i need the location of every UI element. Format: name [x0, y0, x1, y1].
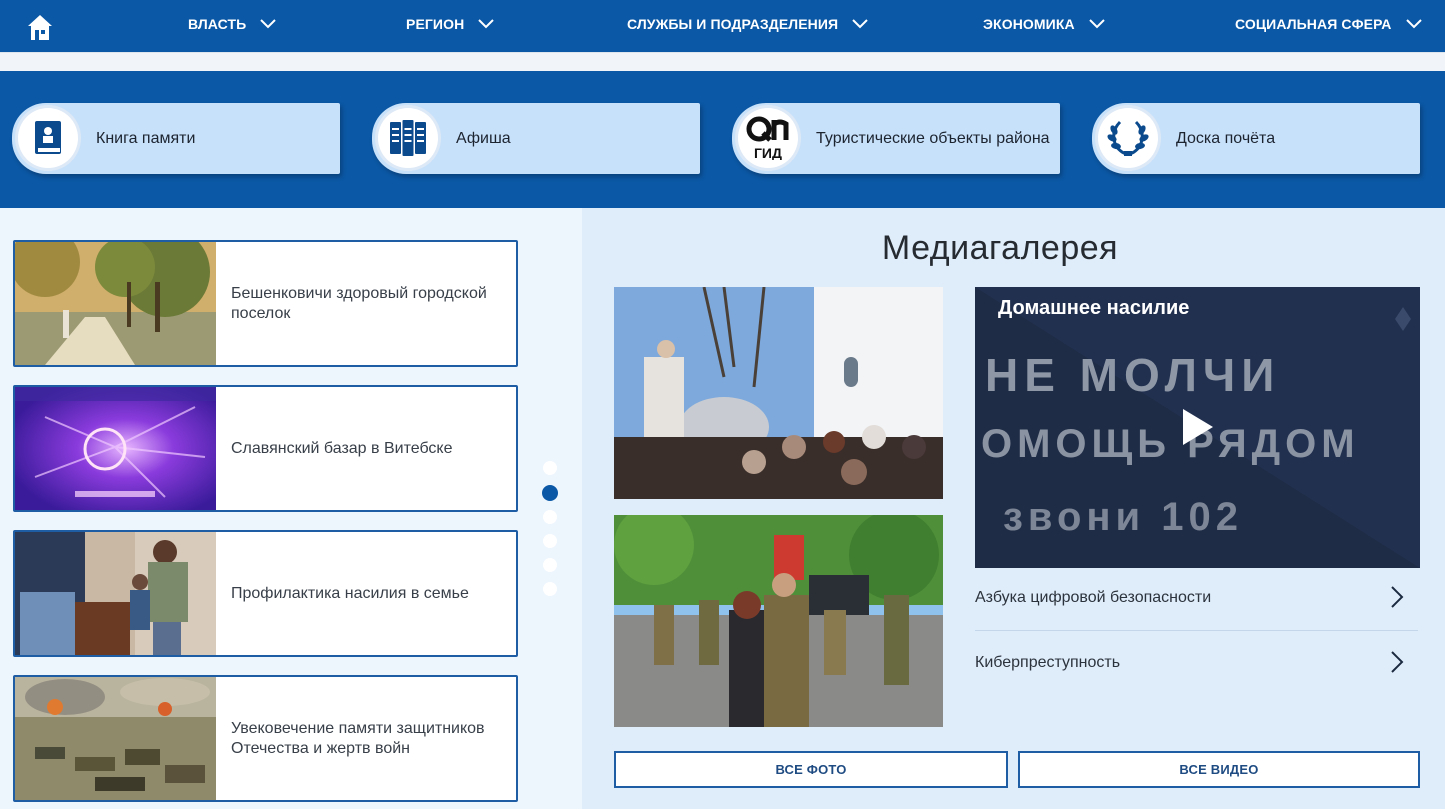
video-link-digital-safety[interactable]: Азбука цифровой безопасности	[975, 567, 1418, 631]
news-title: Увековечение памяти защитников Отечества…	[231, 719, 485, 757]
video-link-cybercrime[interactable]: Киберпреступность	[975, 632, 1418, 696]
laurel-wreath-icon	[1107, 120, 1149, 156]
quick-link-honor-board[interactable]: Доска почёта	[1092, 103, 1420, 174]
quick-link-icon-circle	[1098, 108, 1158, 168]
chevron-right-icon	[1391, 586, 1404, 608]
nav-item-social[interactable]: СОЦИАЛЬНАЯ СФЕРА	[1235, 0, 1422, 48]
quick-link-icon-circle: ГИД	[738, 108, 798, 168]
nav-item-vlast[interactable]: ВЛАСТЬ	[188, 0, 277, 48]
quick-link-label: Книга памяти	[96, 129, 196, 147]
slider-dot[interactable]	[543, 558, 557, 572]
qr-guide-icon: ГИД	[746, 116, 789, 160]
quick-link-afisha[interactable]: Афиша	[372, 103, 700, 174]
news-card[interactable]: Славянский базар в Витебске	[13, 385, 518, 512]
chevron-down-icon	[852, 19, 868, 29]
video-overlay-line-1: НЕ МОЛЧИ	[985, 349, 1280, 401]
gallery-photo-dance[interactable]	[614, 515, 943, 727]
slider-dot-active[interactable]	[542, 485, 558, 501]
quick-links-band: Книга памяти Афиша ГИД Туристические объ…	[0, 71, 1445, 208]
poster-icon	[390, 120, 426, 156]
gallery-video[interactable]: НЕ МОЛЧИ ОМОЩЬ РЯДОМ звони 102 Домашнее …	[975, 287, 1420, 568]
top-navigation: ВЛАСТЬ РЕГИОН СЛУЖБЫ И ПОДРАЗДЕЛЕНИЯ ЭКО…	[0, 0, 1445, 52]
gallery-title: Медиагалерея	[881, 229, 1119, 267]
nav-item-economy[interactable]: ЭКОНОМИКА	[983, 0, 1105, 48]
news-card[interactable]: Увековечение памяти защитников Отечества…	[13, 675, 518, 802]
chevron-down-icon	[478, 19, 494, 29]
news-title: Профилактика насилия в семье	[231, 584, 469, 602]
qr-guide-icon-text: ГИД	[754, 145, 782, 160]
video-link-label: Азбука цифровой безопасности	[975, 589, 1212, 606]
quick-link-label: Доска почёта	[1176, 129, 1276, 147]
news-thumbnail-slavianski-bazaar	[15, 387, 216, 510]
nav-item-region[interactable]: РЕГИОН	[406, 0, 494, 48]
quick-link-icon-circle	[18, 108, 78, 168]
news-card[interactable]: Профилактика насилия в семье	[13, 530, 518, 657]
nav-item-label: ЭКОНОМИКА	[983, 16, 1075, 32]
nav-item-label: ВЛАСТЬ	[188, 16, 247, 32]
memory-book-icon	[35, 121, 61, 154]
chevron-down-icon	[1088, 19, 1105, 29]
news-thumbnail-family	[15, 532, 216, 655]
news-thumbnail-war-painting	[15, 677, 216, 800]
quick-link-memory-book[interactable]: Книга памяти	[12, 103, 340, 174]
news-title: Славянский базар в Витебске	[231, 439, 453, 457]
home-icon[interactable]	[27, 13, 53, 41]
video-link-label: Киберпреступность	[975, 654, 1121, 671]
quick-link-tourism[interactable]: ГИД Туристические объекты района	[732, 103, 1060, 174]
slider-dot[interactable]	[543, 534, 557, 548]
video-overlay-line-2: ОМОЩЬ РЯДОМ	[981, 422, 1360, 466]
gallery-photo-blessing[interactable]	[614, 287, 943, 499]
all-videos-button[interactable]: ВСЕ ВИДЕО	[1018, 751, 1420, 788]
news-title: Бешенковичи здоровый городской поселок	[231, 284, 487, 322]
slider-dot[interactable]	[543, 461, 557, 475]
sub-bar	[0, 52, 1445, 71]
nav-item-services[interactable]: СЛУЖБЫ И ПОДРАЗДЕЛЕНИЯ	[627, 0, 868, 48]
chevron-down-icon	[260, 19, 277, 29]
quick-link-icon-circle	[378, 108, 438, 168]
play-icon[interactable]	[1181, 407, 1215, 447]
slider-dot[interactable]	[543, 582, 557, 596]
slider-dot[interactable]	[543, 510, 557, 524]
chevron-down-icon	[1405, 19, 1422, 29]
quick-link-label: Туристические объекты района	[816, 129, 1050, 147]
video-overlay-line-3: звони 102	[1003, 495, 1243, 539]
nav-item-label: РЕГИОН	[406, 16, 465, 32]
chevron-right-icon	[1391, 651, 1404, 673]
nav-item-label: СОЦИАЛЬНАЯ СФЕРА	[1235, 16, 1392, 32]
quick-link-label: Афиша	[456, 129, 511, 147]
all-photos-button[interactable]: ВСЕ ФОТО	[614, 751, 1008, 788]
nav-item-label: СЛУЖБЫ И ПОДРАЗДЕЛЕНИЯ	[627, 16, 839, 32]
video-title: Домашнее насилие	[998, 297, 1190, 319]
